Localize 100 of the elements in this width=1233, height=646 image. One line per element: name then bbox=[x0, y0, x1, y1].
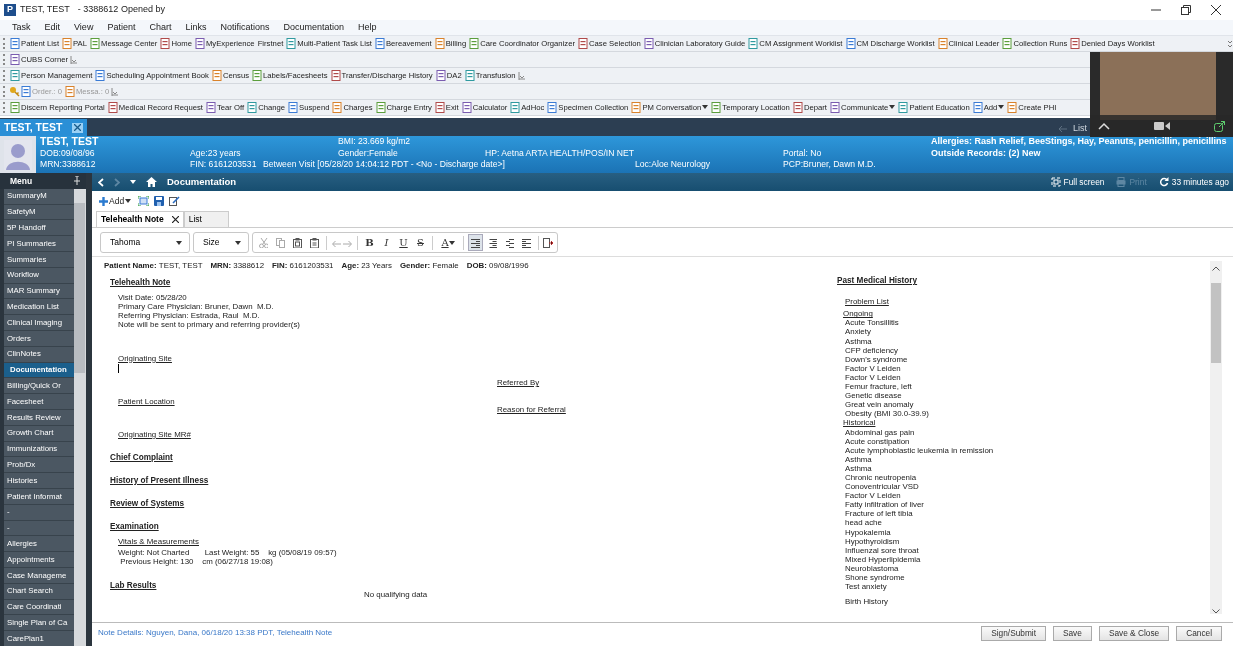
chevron-down-icon[interactable] bbox=[1212, 609, 1220, 614]
mrn-text: MRN:3388612 bbox=[40, 159, 97, 170]
page-icon bbox=[845, 38, 856, 49]
menu-item[interactable]: Patient bbox=[107, 20, 136, 35]
action-button[interactable]: Sign/Submit bbox=[981, 625, 1046, 641]
edit-icon[interactable] bbox=[169, 196, 181, 206]
document-tab[interactable]: Telehealth Note bbox=[96, 211, 184, 227]
menu-item[interactable]: Help bbox=[358, 20, 377, 35]
menu-item[interactable]: Task bbox=[12, 20, 31, 35]
window-subtitle: - 3388612 Opened by bbox=[77, 3, 165, 17]
scrollbar[interactable] bbox=[1210, 261, 1222, 614]
page-icon bbox=[64, 86, 75, 97]
popout-icon[interactable] bbox=[1214, 120, 1225, 132]
align-icon bbox=[522, 237, 531, 248]
patient-name: TEST, TEST bbox=[40, 136, 100, 148]
menu-item[interactable]: Chart bbox=[149, 20, 172, 35]
dob-text: DOB:09/08/96 bbox=[40, 148, 96, 159]
section-heading: History of Present Illness bbox=[110, 475, 210, 486]
scroll-thumb[interactable] bbox=[1211, 283, 1221, 363]
align-button[interactable] bbox=[468, 234, 483, 251]
visit-text: Between Visit [05/28/20 14:04:12 PDT - <No - Discharge date>] bbox=[263, 159, 506, 170]
page-icon bbox=[711, 102, 722, 113]
menu-item[interactable]: Notifications bbox=[220, 20, 270, 35]
align-icon bbox=[488, 237, 497, 248]
age-text: Age:23 years bbox=[190, 148, 242, 159]
menu-item[interactable]: Edit bbox=[44, 20, 61, 35]
page-icon bbox=[972, 102, 983, 113]
page-icon bbox=[10, 102, 20, 113]
caret-icon[interactable] bbox=[130, 180, 136, 184]
patient-tab[interactable]: TEST, TEST bbox=[0, 119, 88, 136]
outside-records-text: Outside Records: (2) New bbox=[931, 148, 1042, 159]
page-icon bbox=[21, 86, 31, 97]
section-heading: Review of Systems bbox=[110, 499, 186, 509]
location-text: Loc:Aloe Neurology bbox=[635, 159, 711, 170]
camera-icon[interactable] bbox=[1154, 121, 1170, 131]
document-tab[interactable]: List bbox=[183, 211, 229, 227]
save-icon[interactable] bbox=[154, 196, 165, 206]
chevron-up-icon[interactable] bbox=[1212, 266, 1220, 271]
list-link[interactable]: List bbox=[1073, 122, 1087, 136]
overflow-icon[interactable] bbox=[1227, 38, 1233, 49]
format-button[interactable]: S bbox=[413, 234, 428, 251]
app-logo: P bbox=[4, 4, 16, 16]
plus-icon bbox=[99, 196, 108, 206]
menu-header: Menu bbox=[0, 173, 86, 189]
section-heading: Past Medical History bbox=[837, 276, 919, 286]
menu-item[interactable]: Links bbox=[185, 20, 207, 35]
page-icon bbox=[578, 38, 589, 49]
caret-icon bbox=[702, 105, 709, 110]
menu-item[interactable]: Documentation bbox=[283, 20, 345, 35]
overflow-icon[interactable] bbox=[517, 70, 526, 81]
back-icon[interactable] bbox=[98, 177, 104, 187]
action-button[interactable]: Cancel bbox=[1176, 625, 1222, 641]
page-icon bbox=[62, 38, 73, 49]
page-icon bbox=[247, 102, 258, 113]
toolbar-button[interactable]: Full screen bbox=[1050, 175, 1105, 189]
scroll-thumb[interactable] bbox=[74, 203, 85, 373]
pin-icon[interactable] bbox=[74, 176, 80, 186]
gender-text: Gender:Female bbox=[338, 148, 399, 159]
page-icon bbox=[1070, 38, 1081, 49]
toolbar-button[interactable]: 33 minutes ago bbox=[1158, 175, 1229, 189]
page-icon bbox=[748, 38, 759, 49]
align-icon bbox=[505, 237, 514, 248]
caret-icon bbox=[176, 240, 182, 245]
page-icon bbox=[374, 38, 385, 49]
section-heading: Chief Complaint bbox=[110, 452, 174, 462]
scrollbar[interactable] bbox=[74, 189, 86, 646]
close-icon[interactable] bbox=[1211, 5, 1221, 15]
overflow-icon[interactable] bbox=[111, 86, 120, 97]
close-icon[interactable] bbox=[171, 216, 179, 223]
page-icon bbox=[107, 102, 118, 113]
format-button[interactable]: U bbox=[396, 234, 411, 251]
menu-item[interactable]: View bbox=[74, 20, 94, 35]
restore-icon[interactable] bbox=[1181, 5, 1191, 15]
note-details-link[interactable]: Note Details: Nguyen, Dana, 06/18/20 13:38 PDT, Telehealth Note bbox=[98, 627, 333, 639]
page-icon bbox=[375, 102, 386, 113]
printer-icon bbox=[1116, 177, 1127, 187]
format-button[interactable]: B bbox=[362, 234, 377, 251]
action-button[interactable]: Save & Close bbox=[1098, 625, 1170, 641]
page-icon bbox=[205, 102, 216, 113]
action-button[interactable]: Save bbox=[1052, 625, 1092, 641]
page-icon bbox=[435, 70, 446, 81]
clipboard-icon[interactable] bbox=[310, 237, 319, 248]
section-heading: Telehealth Note bbox=[110, 278, 172, 288]
caret-icon bbox=[235, 240, 241, 245]
bmi-text: BMI: 23.669 kg/m2 bbox=[338, 136, 412, 148]
page-icon bbox=[469, 38, 480, 49]
page-icon bbox=[461, 102, 472, 113]
format-button[interactable]: I bbox=[379, 234, 394, 251]
home-icon[interactable] bbox=[146, 177, 157, 187]
clipboard-icon[interactable] bbox=[293, 237, 302, 248]
page-icon bbox=[330, 70, 341, 81]
page-icon bbox=[434, 38, 445, 49]
add-button[interactable]: Add bbox=[98, 194, 134, 208]
overflow-icon[interactable] bbox=[70, 54, 78, 65]
expand-icon[interactable] bbox=[138, 196, 150, 206]
caret-icon bbox=[125, 199, 132, 203]
page-icon bbox=[332, 102, 343, 113]
font-color-button[interactable]: A bbox=[437, 234, 459, 251]
refresh-icon bbox=[1158, 177, 1169, 187]
key-icon[interactable] bbox=[9, 86, 20, 97]
